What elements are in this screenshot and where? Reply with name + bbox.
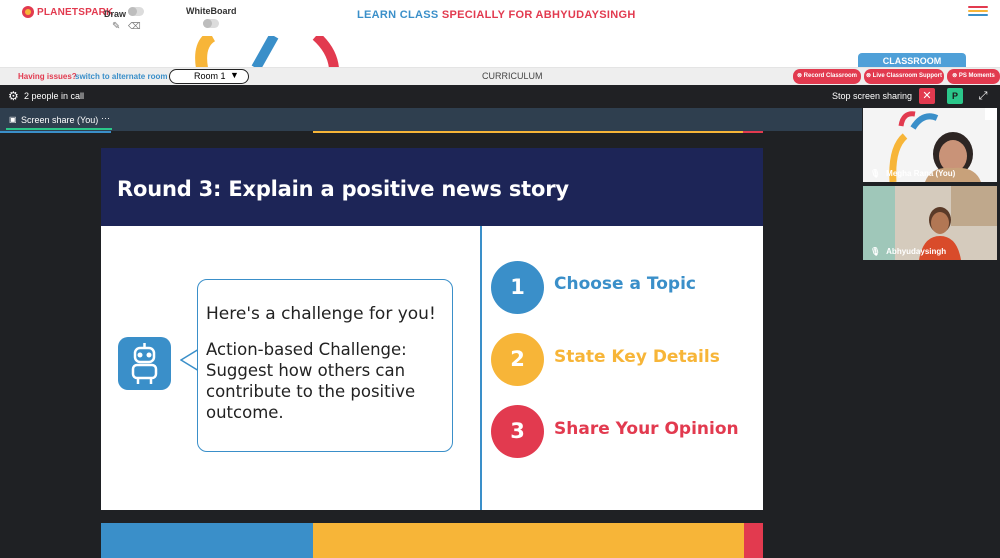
record-classroom-button[interactable]: ⊗ Record Classroom — [793, 69, 861, 84]
screen-share-icon: ▣ — [9, 115, 17, 124]
step-2-label: State Key Details — [554, 347, 720, 367]
planet-logo-icon — [22, 6, 34, 18]
challenge-text: Action-based Challenge: Suggest how othe… — [206, 340, 416, 422]
live-classroom-support-button[interactable]: ⊗ Live Classroom Support — [864, 69, 944, 84]
challenge-heading: Here's a challenge for you! — [206, 304, 436, 324]
shared-screen: Round 3: Explain a positive news story H… — [0, 131, 862, 558]
page-title-part2: SPECIALLY FOR ABHYUDAYSINGH — [441, 9, 636, 21]
top-app-bar: PLANETSPARK Draw ✎ ⌫ WhiteBoard LEARN CL… — [0, 0, 1000, 36]
slide-header: Round 3: Explain a positive news story — [101, 148, 763, 226]
step-1-label: Choose a Topic — [554, 274, 696, 294]
speech-bubble: Here's a challenge for you! Action-based… — [197, 279, 453, 452]
whiteboard-label: WhiteBoard — [186, 6, 237, 16]
page-title: LEARN CLASS SPECIALLY FOR ABHYUDAYSINGH — [357, 9, 636, 21]
gear-icon[interactable]: ⚙ — [8, 89, 19, 103]
next-slide-preview — [101, 523, 763, 558]
microphone-icon: 🎙 — [870, 247, 881, 256]
whiteboard-toggle[interactable] — [203, 19, 219, 28]
room-select-value: Room 1 — [194, 71, 226, 81]
color-band-blue — [0, 131, 111, 133]
robot-icon — [118, 337, 171, 390]
step-3-label: Share Your Opinion — [554, 419, 739, 439]
record-classroom-label: Record Classroom — [803, 73, 858, 79]
decorative-arcs — [0, 36, 1000, 68]
eraser-icon[interactable]: ⌫ — [128, 21, 141, 32]
app-root: PLANETSPARK Draw ✎ ⌫ WhiteBoard LEARN CL… — [0, 0, 1000, 558]
classroom-toolbar: Having issues? switch to alternate room … — [0, 67, 1000, 85]
screen-share-bar: ▣ Screen share (You) ··· — [0, 108, 862, 131]
video-tile-megha[interactable]: 🎙 Megha Rana (You) — [863, 108, 997, 182]
step-3-badge: 3 — [491, 405, 544, 458]
draw-toggle[interactable] — [128, 7, 144, 16]
more-options-icon[interactable]: ··· — [101, 113, 110, 123]
people-count: 2 people in call — [24, 91, 85, 101]
next-slide-blue-block — [101, 523, 313, 558]
hamburger-menu-icon[interactable] — [968, 6, 988, 17]
active-tab-indicator — [6, 128, 112, 130]
alternate-room-link[interactable]: switch to alternate room — [75, 72, 167, 81]
step-2-badge: 2 — [491, 333, 544, 386]
pencil-icon[interactable]: ✎ — [112, 21, 120, 32]
participant-name: 🎙 Abhyudaysingh — [870, 247, 946, 256]
color-band-red — [743, 131, 763, 133]
page-title-part1: LEARN CLASS — [357, 9, 439, 21]
issue-text: Having issues? — [18, 72, 77, 81]
logo-text: PLANETSPARK — [37, 6, 114, 18]
video-tile-abhyudaysingh[interactable]: 🎙 Abhyudaysingh — [863, 186, 997, 260]
p-button[interactable]: P — [947, 88, 963, 104]
participant-name-text: Megha Rana (You) — [886, 169, 956, 178]
meeting-header: ⚙ 2 people in call Stop screen sharing ✕… — [0, 85, 1000, 108]
screen-share-label[interactable]: Screen share (You) — [21, 115, 98, 125]
planetspark-logo[interactable]: PLANETSPARK — [22, 6, 113, 18]
presentation-slide: Round 3: Explain a positive news story H… — [101, 148, 763, 510]
step-1-badge: 1 — [491, 261, 544, 314]
ps-moments-button[interactable]: ⊗ PS Moments — [947, 69, 1000, 84]
participant-name: 🎙 Megha Rana (You) — [870, 169, 955, 178]
draw-label: Draw — [104, 9, 127, 19]
chevron-down-icon: ▼ — [230, 70, 239, 80]
slide-divider — [480, 226, 482, 510]
microphone-icon: 🎙 — [870, 169, 881, 178]
room-select[interactable]: Room 1 ▼ — [169, 69, 249, 84]
meeting-area: ⚙ 2 people in call Stop screen sharing ✕… — [0, 85, 1000, 558]
participant-name-text: Abhyudaysingh — [886, 247, 947, 256]
slide-title: Round 3: Explain a positive news story — [117, 177, 569, 201]
ps-moments-label: PS Moments — [958, 73, 995, 79]
curriculum-tab[interactable]: CURRICULUM — [482, 71, 543, 81]
expand-icon[interactable]: ⤢ — [975, 88, 991, 104]
next-slide-red-block — [744, 523, 763, 558]
stop-sharing-label[interactable]: Stop screen sharing — [832, 91, 912, 101]
live-support-label: Live Classroom Support — [872, 73, 943, 79]
color-band-yellow — [313, 131, 743, 133]
arc-shapes-icon — [195, 36, 339, 68]
stop-sharing-button[interactable]: ✕ — [919, 88, 935, 104]
